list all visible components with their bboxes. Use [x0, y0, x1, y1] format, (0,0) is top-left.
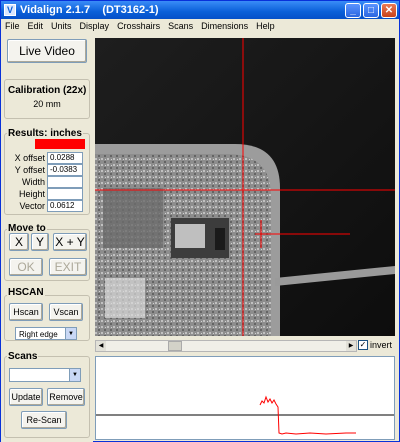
- scans-select[interactable]: ▼: [9, 368, 81, 382]
- close-button[interactable]: ✕: [381, 2, 397, 18]
- y-offset-field[interactable]: -0.0383: [47, 164, 83, 176]
- y-offset-label: Y offset: [14, 165, 45, 175]
- menu-edit[interactable]: Edit: [28, 21, 44, 31]
- scans-label: Scans: [7, 351, 39, 362]
- scan-profile-panel: [95, 356, 395, 440]
- menu-display[interactable]: Display: [80, 21, 110, 31]
- update-button[interactable]: Update: [9, 388, 43, 406]
- hscan-label: HSCAN: [7, 287, 45, 298]
- width-field[interactable]: [47, 176, 83, 188]
- invert-checkbox[interactable]: ✓: [358, 340, 368, 350]
- exit-button[interactable]: EXIT: [49, 258, 87, 276]
- scroll-left-icon[interactable]: ◀: [96, 341, 106, 351]
- menu-scans[interactable]: Scans: [168, 21, 193, 31]
- height-label: Height: [18, 189, 45, 199]
- app-window: V Vidalign 2.1.7 (DT3162-1) _ □ ✕ File E…: [0, 0, 400, 442]
- calibration-label: Calibration (22x): [7, 85, 88, 96]
- x-offset-label: X offset: [14, 153, 45, 163]
- app-logo-icon: V: [4, 4, 16, 16]
- rescan-button[interactable]: Re-Scan: [21, 411, 67, 429]
- camera-image: [95, 38, 395, 336]
- menu-dimensions[interactable]: Dimensions: [201, 21, 248, 31]
- menu-file[interactable]: File: [5, 21, 20, 31]
- scrollbar-thumb[interactable]: [168, 341, 182, 351]
- invert-toggle[interactable]: ✓ invert: [358, 340, 392, 350]
- results-label: Results: inches: [7, 128, 83, 139]
- camera-view[interactable]: [95, 38, 395, 336]
- move-xy-button[interactable]: X + Y: [53, 233, 87, 251]
- minimize-button[interactable]: _: [345, 2, 361, 18]
- title-bar[interactable]: V Vidalign 2.1.7 (DT3162-1) _ □ ✕: [1, 1, 399, 19]
- calibration-value: 20 mm: [33, 99, 61, 109]
- chevron-down-icon[interactable]: ▼: [65, 328, 76, 339]
- live-video-button[interactable]: Live Video: [7, 39, 87, 63]
- edge-select-value: Right edge: [19, 330, 58, 339]
- edge-select[interactable]: Right edge ▼: [15, 327, 77, 340]
- chevron-down-icon[interactable]: ▼: [69, 369, 80, 381]
- horizontal-scrollbar[interactable]: ◀ ▶: [95, 340, 357, 352]
- vector-label: Vector: [19, 201, 45, 211]
- remove-button[interactable]: Remove: [47, 388, 85, 406]
- menu-units[interactable]: Units: [51, 21, 72, 31]
- menu-help[interactable]: Help: [256, 21, 275, 31]
- window-title: Vidalign 2.1.7 (DT3162-1): [20, 4, 159, 16]
- ok-button[interactable]: OK: [9, 258, 43, 276]
- vector-field[interactable]: 0.0612: [47, 200, 83, 212]
- height-field[interactable]: [47, 188, 83, 200]
- x-offset-field[interactable]: 0.0288: [47, 152, 83, 164]
- move-x-button[interactable]: X: [9, 233, 29, 251]
- menu-crosshairs[interactable]: Crosshairs: [117, 21, 160, 31]
- control-panel: Live Video Calibration (22x) 20 mm Resul…: [1, 33, 93, 442]
- maximize-button[interactable]: □: [363, 2, 379, 18]
- invert-label: invert: [370, 340, 393, 350]
- result-status-indicator: [35, 139, 85, 149]
- scroll-right-icon[interactable]: ▶: [346, 341, 356, 351]
- menu-bar: File Edit Units Display Crosshairs Scans…: [1, 19, 399, 33]
- hscan-button[interactable]: Hscan: [9, 303, 43, 321]
- vscan-button[interactable]: Vscan: [49, 303, 83, 321]
- scan-profile-graph: [96, 395, 394, 435]
- width-label: Width: [21, 177, 45, 187]
- move-y-button[interactable]: Y: [31, 233, 49, 251]
